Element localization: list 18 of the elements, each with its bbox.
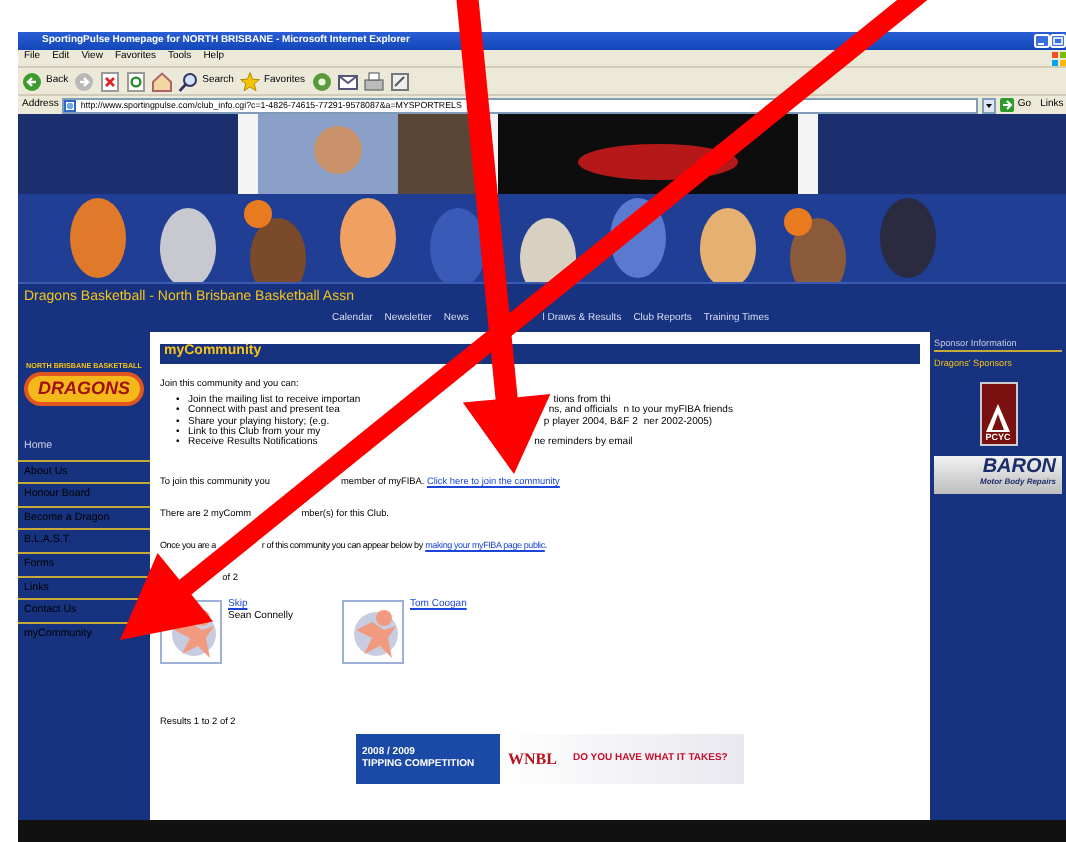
restore-icon[interactable] xyxy=(1050,34,1066,48)
minimize-icon[interactable] xyxy=(1034,34,1050,48)
star-icon xyxy=(239,71,260,91)
logo: DRAGONS xyxy=(23,372,144,406)
home-icon[interactable] xyxy=(152,71,173,91)
media-icon[interactable] xyxy=(311,71,332,91)
stop-icon[interactable] xyxy=(100,71,121,91)
page-icon xyxy=(64,99,77,111)
mail-icon[interactable] xyxy=(337,71,358,91)
search-icon xyxy=(178,71,199,91)
avatar xyxy=(342,600,404,665)
back-icon xyxy=(22,71,42,91)
windows-logo-icon xyxy=(1052,51,1066,65)
dropdown-icon[interactable] xyxy=(981,97,996,113)
edit-icon[interactable] xyxy=(389,71,410,91)
printer-icon[interactable] xyxy=(363,71,384,91)
ad-brand: WNBL xyxy=(508,750,557,770)
refresh-icon[interactable] xyxy=(126,71,147,91)
